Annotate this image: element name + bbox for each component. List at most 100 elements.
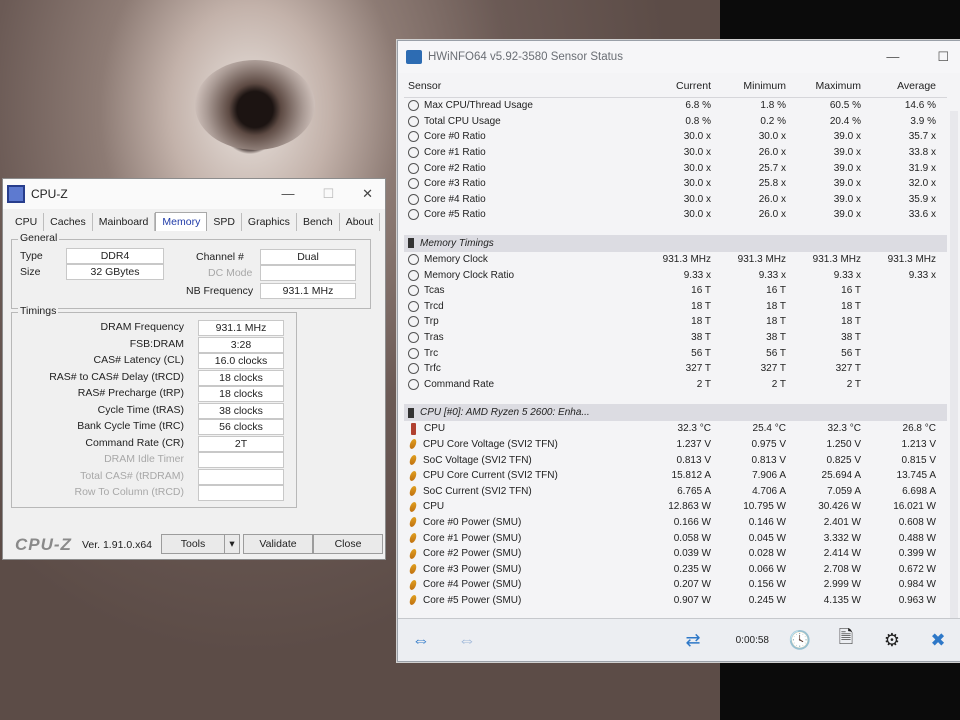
timing-value bbox=[198, 452, 284, 468]
sensor-circle-icon bbox=[408, 131, 419, 143]
tab-graphics[interactable]: Graphics bbox=[242, 213, 297, 231]
close-icon[interactable]: ✖ bbox=[919, 624, 957, 656]
table-header: Sensor Current Minimum Maximum Average bbox=[404, 75, 947, 98]
tools-dropdown[interactable]: ▾ bbox=[224, 534, 240, 554]
tab-mainboard[interactable]: Mainboard bbox=[93, 213, 156, 231]
timing-label: DRAM Idle Timer bbox=[104, 453, 184, 465]
sensor-row[interactable]: SoC Voltage (SVI2 TFN) 0.813 V 0.813 V 0.82… bbox=[404, 452, 947, 468]
tools-button[interactable]: Tools bbox=[161, 534, 225, 554]
validate-button[interactable]: Validate bbox=[243, 534, 313, 554]
sensor-row[interactable]: Core #2 Power (SMU) 0.039 W 0.028 W 2.414 W… bbox=[404, 546, 947, 562]
vertical-scrollbar[interactable]: ⌄ bbox=[950, 111, 958, 651]
sensor-row[interactable]: Core #5 Power (SMU) 0.907 W 0.245 W 4.135 W… bbox=[404, 593, 947, 609]
sensor-row[interactable]: SoC Current (SVI2 TFN) 6.765 A 4.706 A 7.05… bbox=[404, 483, 947, 499]
sensor-row[interactable]: Core #0 Ratio 30.0 x 30.0 x 39.0 x 35.7 x bbox=[404, 129, 947, 145]
expand-arrows-icon[interactable]: ⇔ bbox=[402, 624, 440, 656]
sensor-row[interactable]: Memory Clock 931.3 MHz 931.3 MHz 931.3 MHz 9… bbox=[404, 252, 947, 268]
settings-icon[interactable]: ⚙ bbox=[873, 624, 911, 656]
tab-bench[interactable]: Bench bbox=[297, 213, 340, 231]
sensor-min: 26.0 x bbox=[758, 209, 786, 221]
sensor-label: Trcd bbox=[424, 300, 444, 312]
sensor-name: CPU Core Voltage (SVI2 TFN) bbox=[404, 439, 638, 450]
sensor-row[interactable]: Core #5 Ratio 30.0 x 26.0 x 39.0 x 33.6 x bbox=[404, 207, 947, 223]
collapse-arrows-icon[interactable]: ⇔ bbox=[448, 624, 486, 656]
cpuz-window[interactable]: CPU-Z — ☐ ✕ CPU Caches Mainboard Memory SPD G… bbox=[2, 178, 386, 560]
tab-caches[interactable]: Caches bbox=[44, 213, 93, 231]
sensor-label: Core #2 Ratio bbox=[424, 162, 486, 174]
sensor-circle-icon bbox=[408, 269, 419, 281]
timing-value: 931.1 MHz bbox=[198, 320, 284, 336]
sensor-row[interactable]: Trcd 18 T 18 T 18 T bbox=[404, 299, 947, 315]
sensor-avg: 14.6 % bbox=[904, 100, 936, 112]
sensor-row[interactable]: Trp 18 T 18 T 18 T bbox=[404, 314, 947, 330]
sensor-row[interactable]: Trfc 327 T 327 T 327 T bbox=[404, 361, 947, 377]
sensor-row[interactable]: Tras 38 T 38 T 38 T bbox=[404, 330, 947, 346]
sensor-row[interactable]: Core #4 Ratio 30.0 x 26.0 x 39.0 x 35.9 x bbox=[404, 192, 947, 208]
sensor-row[interactable]: Total CPU Usage 0.8 % 0.2 % 20.4 % 3.9 % bbox=[404, 114, 947, 130]
tab-cpu[interactable]: CPU bbox=[9, 213, 45, 231]
sensor-min: 2 T bbox=[771, 378, 786, 390]
sensor-row[interactable]: Core #2 Ratio 30.0 x 25.7 x 39.0 x 31.9 x bbox=[404, 160, 947, 176]
sensor-name: Core #0 Ratio bbox=[404, 131, 638, 143]
col-average[interactable]: Average bbox=[863, 80, 938, 92]
close-button[interactable]: Close bbox=[313, 534, 383, 554]
minimize-icon[interactable]: — bbox=[886, 49, 899, 65]
sensor-circle-icon bbox=[408, 347, 419, 359]
col-minimum[interactable]: Minimum bbox=[713, 80, 788, 92]
hwinfo-window[interactable]: HWiNFO64 v5.92-3580 Sensor Status — ☐ Se… bbox=[397, 40, 960, 662]
sensor-row[interactable]: Core #3 Ratio 30.0 x 25.8 x 39.0 x 32.0 x bbox=[404, 176, 947, 192]
col-current[interactable]: Current bbox=[638, 80, 713, 92]
sensor-label: Core #4 Power (SMU) bbox=[423, 579, 522, 591]
sensor-min: 1.8 % bbox=[760, 100, 786, 112]
sensor-row[interactable]: Tcas 16 T 16 T 16 T bbox=[404, 283, 947, 299]
sensor-row[interactable]: Max CPU/Thread Usage 6.8 % 1.8 % 60.5 % 14.6… bbox=[404, 98, 947, 114]
sensor-row[interactable]: CPU Core Current (SVI2 TFN) 15.812 A 7.906… bbox=[404, 468, 947, 484]
sensor-cur: 30.0 x bbox=[683, 162, 711, 174]
col-sensor[interactable]: Sensor bbox=[404, 80, 638, 92]
group-cpu[interactable]: CPU [#0]: AMD Ryzen 5 2600: Enha... bbox=[404, 404, 947, 422]
sensor-cur: 30.0 x bbox=[683, 209, 711, 221]
minimize-icon[interactable]: — bbox=[281, 186, 294, 202]
sensor-label: Trfc bbox=[424, 363, 441, 375]
sensor-row[interactable]: Core #1 Ratio 30.0 x 26.0 x 39.0 x 33.8 x bbox=[404, 145, 947, 161]
sensor-label: CPU Core Current (SVI2 TFN) bbox=[423, 470, 558, 482]
sensor-circle-icon bbox=[408, 178, 419, 190]
sensor-row[interactable]: Core #3 Power (SMU) 0.235 W 0.066 W 2.708 W… bbox=[404, 561, 947, 577]
maximize-icon[interactable]: ☐ bbox=[322, 186, 334, 202]
tab-spd[interactable]: SPD bbox=[207, 213, 242, 231]
sensor-min: 0.156 W bbox=[748, 579, 786, 591]
clock-icon[interactable]: 🕓 bbox=[781, 624, 819, 656]
sensor-min: 4.706 A bbox=[752, 485, 786, 497]
sensor-row[interactable]: Trc 56 T 56 T 56 T bbox=[404, 345, 947, 361]
sensor-name: Tcas bbox=[404, 285, 638, 297]
cpuz-titlebar[interactable]: CPU-Z — ☐ ✕ bbox=[3, 179, 385, 209]
lightning-icon bbox=[408, 486, 418, 497]
hwinfo-titlebar[interactable]: HWiNFO64 v5.92-3580 Sensor Status — ☐ bbox=[398, 41, 960, 73]
sensor-cur: 30.0 x bbox=[683, 147, 711, 159]
sensor-max: 2.401 W bbox=[823, 516, 861, 528]
sensor-row[interactable]: Command Rate 2 T 2 T 2 T bbox=[404, 377, 947, 393]
col-maximum[interactable]: Maximum bbox=[788, 80, 863, 92]
sensor-min: 7.906 A bbox=[752, 470, 786, 482]
tab-about[interactable]: About bbox=[340, 213, 381, 231]
sensor-row[interactable]: Core #0 Power (SMU) 0.166 W 0.146 W 2.401 W… bbox=[404, 515, 947, 531]
sensor-row[interactable]: CPU 12.863 W 10.795 W 30.426 W 16.021 W bbox=[404, 499, 947, 515]
sensor-row[interactable]: CPU Core Voltage (SVI2 TFN) 1.237 V 0.975 … bbox=[404, 437, 947, 453]
sensor-max: 56 T bbox=[841, 347, 861, 359]
sensor-row[interactable]: Memory Clock Ratio 9.33 x 9.33 x 9.33 x 9.33… bbox=[404, 267, 947, 283]
network-icon[interactable]: ⇄ bbox=[674, 624, 712, 656]
sensor-row[interactable]: Core #4 Power (SMU) 0.207 W 0.156 W 2.999 W… bbox=[404, 577, 947, 593]
sensor-avg: 13.745 A bbox=[896, 470, 936, 482]
tab-memory[interactable]: Memory bbox=[155, 212, 208, 231]
sensor-row[interactable]: CPU 32.3 °C 25.4 °C 32.3 °C 26.8 °C bbox=[404, 421, 947, 437]
sensor-cur: 327 T bbox=[685, 363, 711, 375]
report-icon[interactable]: 🗎 bbox=[827, 624, 865, 656]
maximize-icon[interactable]: ☐ bbox=[937, 49, 949, 65]
sensor-row[interactable]: Core #1 Power (SMU) 0.058 W 0.045 W 3.332 W… bbox=[404, 530, 947, 546]
sensor-avg: 9.33 x bbox=[908, 269, 936, 281]
sensor-max: 39.0 x bbox=[833, 209, 861, 221]
group-memory-timings[interactable]: Memory Timings bbox=[404, 234, 947, 252]
memory-icon bbox=[408, 238, 414, 249]
close-icon[interactable]: ✕ bbox=[362, 186, 373, 202]
sensor-circle-icon bbox=[408, 363, 419, 375]
